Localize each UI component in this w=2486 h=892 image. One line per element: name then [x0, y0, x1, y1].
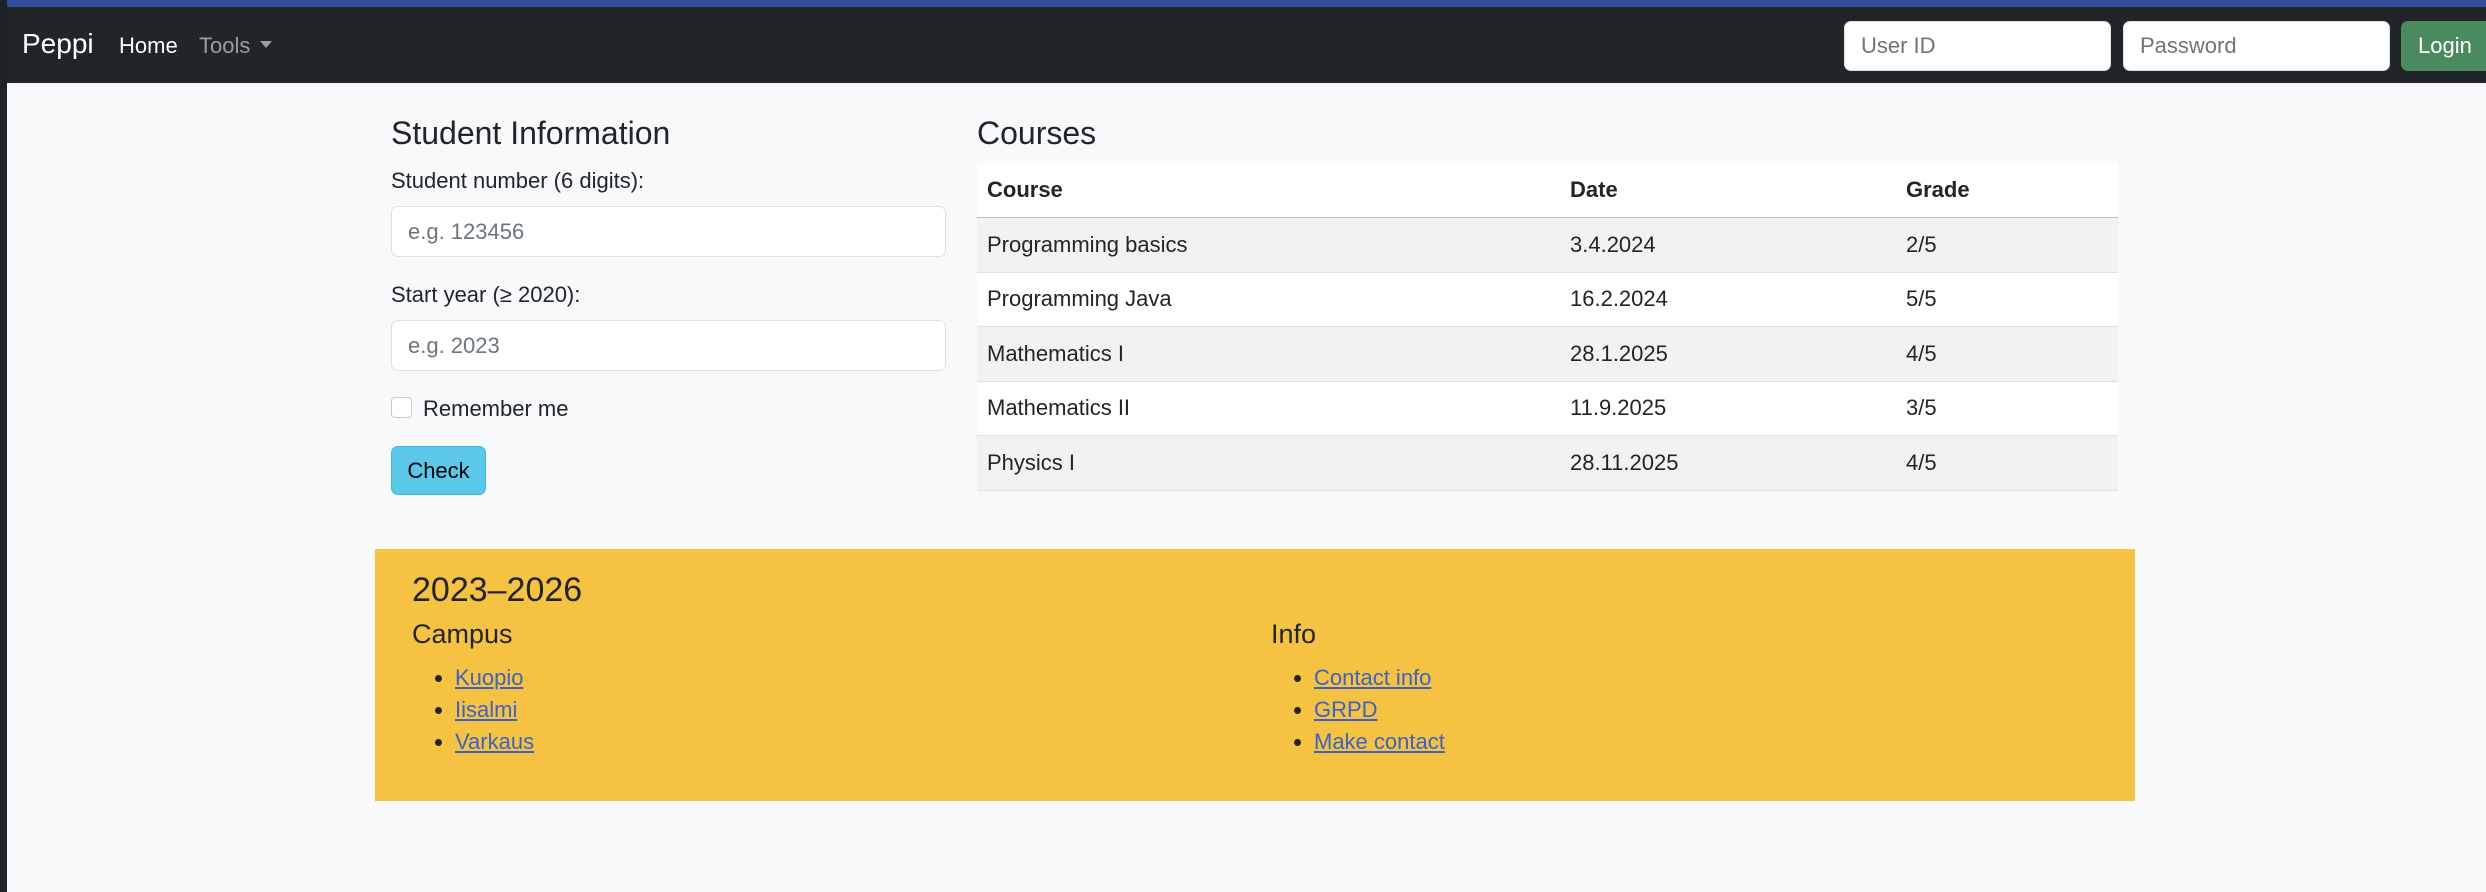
list-item: Make contact: [1314, 727, 1445, 759]
login-button[interactable]: Login: [2401, 21, 2486, 71]
grade-cell: 4/5: [1896, 326, 2118, 382]
list-item: Varkaus: [455, 727, 534, 759]
course-cell: Programming Java: [977, 272, 1560, 327]
student-info-title: Student Information: [391, 115, 671, 151]
browser-top-strip: [0, 0, 2486, 7]
column-header-course: Course: [977, 163, 1560, 218]
list-item: Iisalmi: [455, 695, 534, 727]
make-contact-link[interactable]: Make contact: [1314, 729, 1445, 754]
caret-down-icon: [260, 40, 273, 48]
nav-tools-label: Tools: [199, 33, 251, 58]
remember-me-label[interactable]: Remember me: [423, 396, 568, 422]
campus-link-iisalmi[interactable]: Iisalmi: [455, 697, 517, 722]
table-row: Programming basics 3.4.2024 2/5: [977, 217, 2118, 273]
footer-years: 2023–2026: [412, 571, 583, 609]
student-number-input[interactable]: [391, 206, 946, 257]
list-item: GRPD: [1314, 695, 1445, 727]
campus-link-kuopio[interactable]: Kuopio: [455, 665, 524, 690]
courses-title: Courses: [977, 115, 1097, 151]
start-year-input[interactable]: [391, 320, 946, 371]
course-cell: Mathematics I: [977, 326, 1560, 382]
column-header-date: Date: [1560, 163, 1896, 218]
grade-cell: 5/5: [1896, 272, 2118, 327]
grade-cell: 2/5: [1896, 217, 2118, 273]
campus-links: Kuopio Iisalmi Varkaus: [412, 663, 534, 759]
password-input[interactable]: [2123, 21, 2390, 71]
column-header-grade: Grade: [1896, 163, 2118, 218]
student-number-label: Student number (6 digits):: [391, 168, 645, 193]
contact-info-link[interactable]: Contact info: [1314, 665, 1431, 690]
date-cell: 28.1.2025: [1560, 326, 1896, 382]
navbar: Peppi Home Tools Login: [7, 7, 2486, 83]
grpd-link[interactable]: GRPD: [1314, 697, 1378, 722]
grade-cell: 3/5: [1896, 381, 2118, 436]
table-row: Mathematics II 11.9.2025 3/5: [977, 381, 2118, 436]
window-edge: [0, 0, 7, 892]
course-cell: Programming basics: [977, 217, 1560, 273]
list-item: Kuopio: [455, 663, 534, 695]
table-header-row: Course Date Grade: [977, 163, 2118, 218]
date-cell: 28.11.2025: [1560, 435, 1896, 491]
date-cell: 3.4.2024: [1560, 217, 1896, 273]
info-heading: Info: [1271, 619, 1317, 649]
campus-link-varkaus[interactable]: Varkaus: [455, 729, 534, 754]
remember-me-checkbox[interactable]: [391, 397, 412, 418]
grade-cell: 4/5: [1896, 435, 2118, 491]
check-button[interactable]: Check: [391, 446, 486, 495]
table-row: Physics I 28.11.2025 4/5: [977, 435, 2118, 491]
table-row: Mathematics I 28.1.2025 4/5: [977, 326, 2118, 382]
start-year-label: Start year (≥ 2020):: [391, 282, 581, 307]
user-id-input[interactable]: [1844, 21, 2111, 71]
course-cell: Mathematics II: [977, 381, 1560, 436]
table-row: Programming Java 16.2.2024 5/5: [977, 272, 2118, 327]
courses-table: Course Date Grade Programming basics 3.4…: [977, 163, 2118, 491]
date-cell: 11.9.2025: [1560, 381, 1896, 436]
nav-home-link[interactable]: Home: [119, 33, 178, 59]
footer: 2023–2026 Campus Kuopio Iisalmi Varkaus …: [375, 549, 2135, 801]
info-links: Contact info GRPD Make contact: [1271, 663, 1445, 759]
brand-logo[interactable]: Peppi: [22, 28, 94, 60]
nav-tools-dropdown[interactable]: Tools: [199, 33, 273, 59]
campus-heading: Campus: [412, 619, 513, 649]
list-item: Contact info: [1314, 663, 1445, 695]
course-cell: Physics I: [977, 435, 1560, 491]
date-cell: 16.2.2024: [1560, 272, 1896, 327]
